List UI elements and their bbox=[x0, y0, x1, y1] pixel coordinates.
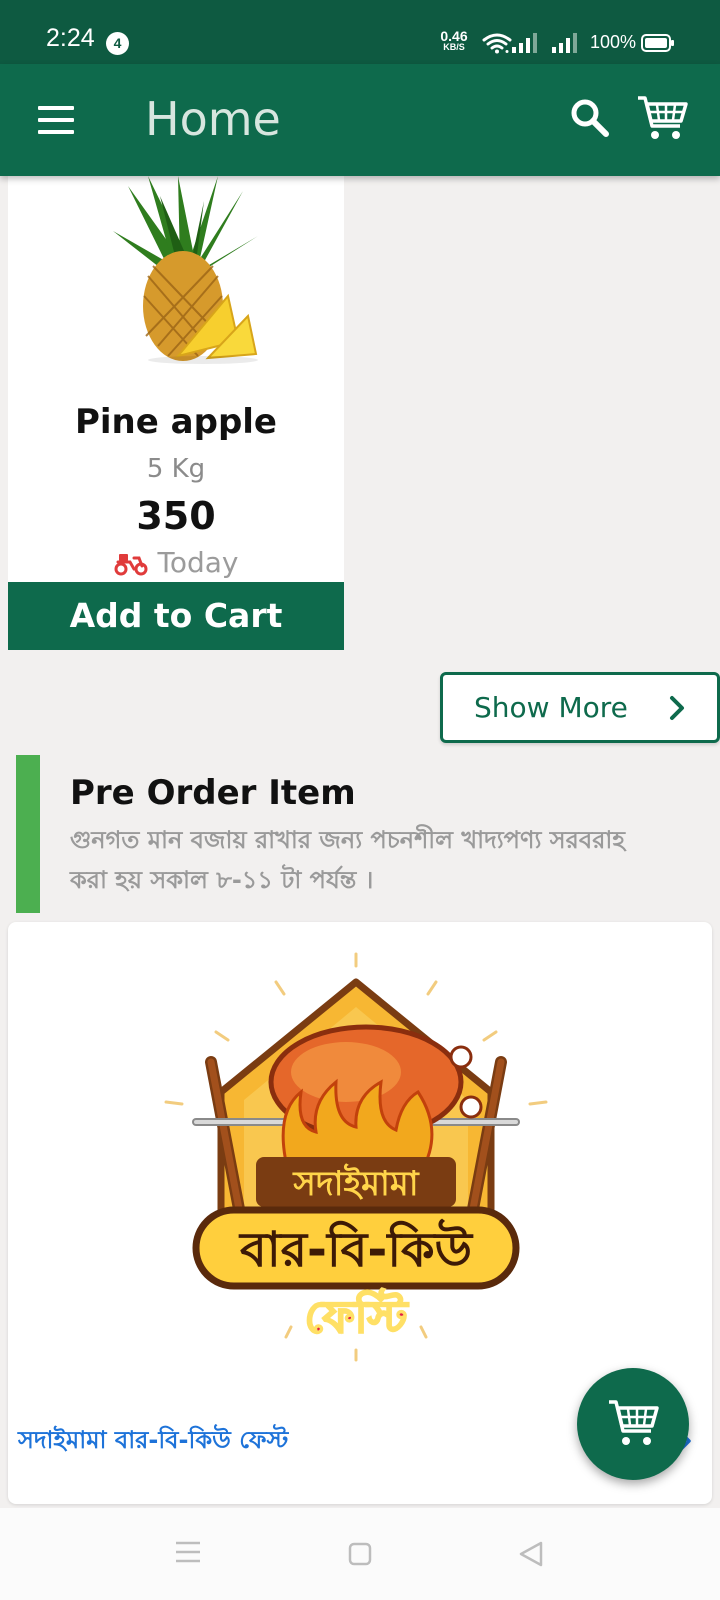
recents-icon[interactable] bbox=[175, 1540, 201, 1564]
network-speed: 0.46 KB/S bbox=[436, 29, 472, 52]
bbq-fest-logo: সদাইমামা বার-বি-কিউ ফেস্টি bbox=[164, 952, 548, 1362]
show-more-label: Show More bbox=[474, 691, 628, 724]
battery-level: 100% bbox=[590, 32, 637, 52]
cart-icon bbox=[609, 1400, 659, 1445]
section-subtitle: গুনগত মান বজায় রাখার জন্য পচনশীল খাদ্যপ… bbox=[70, 826, 625, 894]
home-icon[interactable] bbox=[348, 1542, 372, 1566]
app-bar: Home bbox=[0, 64, 720, 176]
status-bar: 2:24 4 0.46 KB/S 100% bbox=[0, 0, 720, 64]
pineapple-image bbox=[113, 176, 258, 364]
promo-link[interactable]: সদাইমামা বার-বি-কিউ ফেস্ট bbox=[18, 1422, 288, 1462]
product-name: Pine apple bbox=[74, 402, 277, 442]
logo-text-top: সদাইমামা bbox=[292, 1163, 419, 1204]
chevron-right-icon bbox=[670, 696, 684, 720]
scooter-icon bbox=[114, 554, 147, 576]
section-title: Pre Order Item bbox=[70, 773, 356, 813]
logo-text-main: বার-বি-কিউ bbox=[238, 1218, 474, 1278]
battery-icon bbox=[641, 34, 674, 52]
product-unit: 5 Kg bbox=[146, 454, 206, 484]
network-speed-value: 0.46 bbox=[440, 28, 468, 44]
delivery-info: Today bbox=[8, 546, 344, 579]
signal-icon bbox=[552, 33, 577, 53]
status-time: 2:24 bbox=[46, 24, 95, 52]
signal-icon bbox=[512, 33, 537, 53]
product-price: 350 bbox=[136, 494, 216, 538]
section-accent-bar bbox=[16, 755, 40, 913]
cart-icon[interactable] bbox=[636, 94, 688, 142]
logo-text-bottom: ফেস্টি bbox=[305, 1288, 410, 1343]
wifi-icon bbox=[482, 33, 512, 54]
product-card[interactable]: Pine apple 5 Kg 350 Today Add to Cart bbox=[8, 176, 344, 650]
page-title: Home bbox=[145, 92, 281, 146]
menu-icon[interactable] bbox=[38, 106, 74, 134]
network-speed-unit: KB/S bbox=[443, 42, 465, 52]
system-nav-bar bbox=[0, 1508, 720, 1600]
show-more-button[interactable]: Show More bbox=[440, 672, 720, 743]
search-icon[interactable] bbox=[570, 98, 610, 138]
back-icon[interactable] bbox=[518, 1541, 544, 1567]
delivery-text: Today bbox=[157, 546, 239, 579]
notification-count-badge: 4 bbox=[106, 32, 129, 55]
add-to-cart-button[interactable]: Add to Cart bbox=[8, 582, 344, 650]
floating-cart-button[interactable] bbox=[577, 1368, 689, 1480]
